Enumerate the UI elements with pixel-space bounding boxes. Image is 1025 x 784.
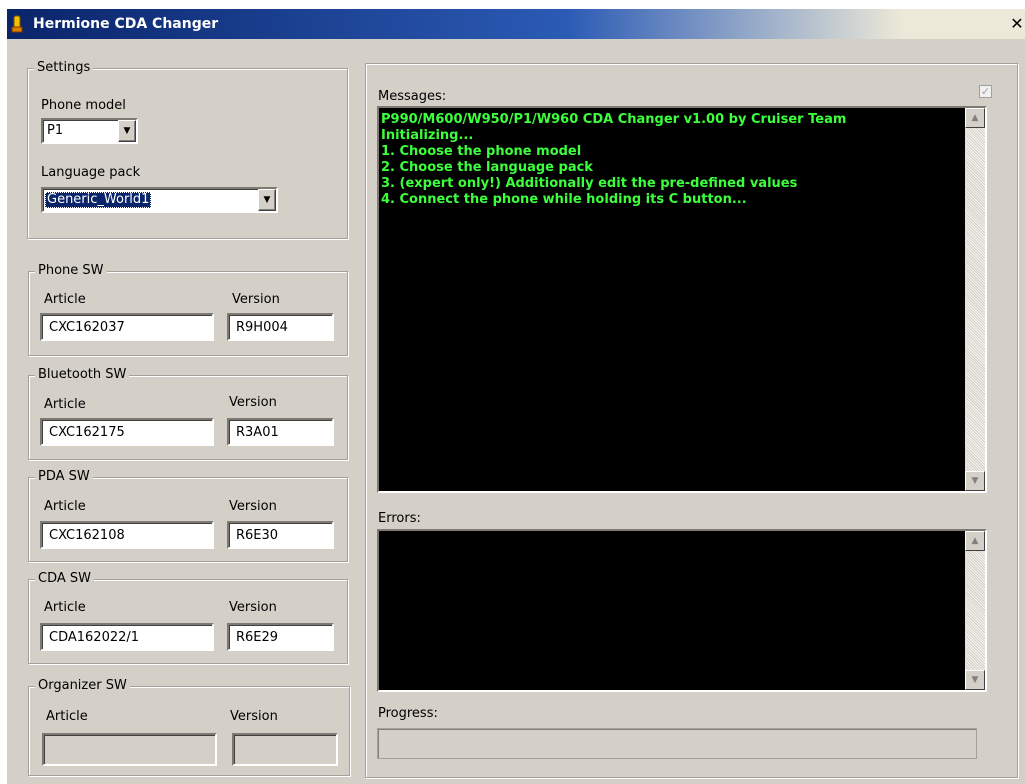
pda-sw-article-field[interactable]: CXC162108 [40,521,214,549]
phone-model-select[interactable]: P1 ▼ [41,118,138,144]
progress-bar [377,728,977,759]
language-pack-value: Generic_World1 [45,192,152,208]
phone-sw-group: Phone SW Article Version CXC162037 R9H00… [28,263,348,356]
cda-sw-article-label: Article [44,600,86,615]
bluetooth-sw-legend: Bluetooth SW [35,367,130,383]
window-title: Hermione CDA Changer [33,16,219,32]
message-line: P990/M600/W950/P1/W960 CDA Changer v1.00… [381,112,847,127]
message-line: 3. (expert only!) Additionally edit the … [381,176,798,191]
message-line: 4. Connect the phone while holding its C… [381,192,747,207]
pda-sw-legend: PDA SW [35,469,93,485]
bluetooth-sw-version-label: Version [229,395,277,410]
settings-legend: Settings [34,60,94,76]
chevron-down-icon[interactable]: ▼ [118,120,136,142]
pda-sw-group: PDA SW Article Version CXC162108 R6E30 [28,469,348,562]
organizer-sw-legend: Organizer SW [35,678,130,694]
organizer-sw-group: Organizer SW Article Version [28,678,350,776]
cda-sw-article-field[interactable]: CDA162022/1 [40,623,214,651]
message-line: 1. Choose the phone model [381,144,582,159]
scroll-up-icon[interactable]: ▲ [965,108,985,128]
pda-sw-version-label: Version [229,499,277,514]
app-icon [11,15,23,33]
bluetooth-sw-article-field[interactable]: CXC162175 [40,418,214,446]
bluetooth-sw-group: Bluetooth SW Article Version CXC162175 R… [28,367,348,460]
messages-console[interactable]: P990/M600/W950/P1/W960 CDA Changer v1.00… [377,106,987,493]
messages-checkbox[interactable]: ✓ [979,85,992,98]
message-line: 2. Choose the language pack [381,160,593,175]
errors-console[interactable]: ▲ ▼ [377,529,987,692]
organizer-sw-article-label: Article [46,709,88,724]
pda-sw-version-field[interactable]: R6E30 [227,521,334,549]
messages-lines: P990/M600/W950/P1/W960 CDA Changer v1.00… [381,112,961,208]
close-button[interactable]: ✕ [1009,15,1025,33]
organizer-sw-article-field [42,733,217,766]
phone-model-value: P1 [47,123,64,138]
scroll-down-icon[interactable]: ▼ [965,670,985,690]
phone-sw-legend: Phone SW [35,263,107,279]
cda-sw-group: CDA SW Article Version CDA162022/1 R6E29 [28,571,348,664]
messages-scrollbar[interactable]: ▲ ▼ [965,108,985,491]
cda-sw-version-label: Version [229,600,277,615]
progress-label: Progress: [378,706,438,721]
organizer-sw-version-label: Version [230,709,278,724]
close-icon: ✕ [1010,14,1024,33]
errors-label: Errors: [378,511,421,526]
language-pack-select[interactable]: Generic_World1 ▼ [41,187,278,213]
chevron-down-icon[interactable]: ▼ [258,189,276,211]
scroll-up-icon[interactable]: ▲ [965,531,985,551]
title-bar[interactable]: Hermione CDA Changer ✕ [7,9,1025,39]
phone-sw-version-label: Version [232,292,280,307]
phone-model-label: Phone model [41,98,126,113]
pda-sw-article-label: Article [44,499,86,514]
cda-sw-version-field[interactable]: R6E29 [227,623,334,651]
messages-label: Messages: [378,89,447,104]
output-panel: Messages: ✓ P990/M600/W950/P1/W960 CDA C… [365,63,1018,778]
organizer-sw-version-field [232,733,338,766]
bluetooth-sw-article-label: Article [44,397,86,412]
scroll-down-icon[interactable]: ▼ [965,471,985,491]
language-pack-label: Language pack [41,165,141,180]
main-window: Hermione CDA Changer ✕ Settings Phone mo… [6,8,1025,784]
settings-group: Settings Phone model P1 ▼ Language pack … [27,60,348,239]
errors-scrollbar[interactable]: ▲ ▼ [965,531,985,690]
cda-sw-legend: CDA SW [35,571,94,587]
phone-sw-version-field[interactable]: R9H004 [227,313,334,341]
message-line: Initializing... [381,128,474,143]
bluetooth-sw-version-field[interactable]: R3A01 [227,418,334,446]
check-icon: ✓ [980,85,991,98]
phone-sw-article-field[interactable]: CXC162037 [40,313,214,341]
phone-sw-article-label: Article [44,292,86,307]
